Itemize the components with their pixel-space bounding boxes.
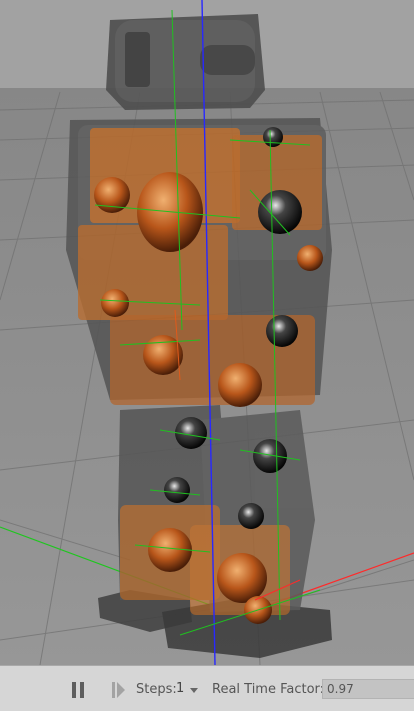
real-time-factor-field: 0.97 [322, 679, 414, 699]
steps-label: Steps: [136, 682, 177, 697]
robot-legs [118, 405, 315, 615]
robot-head [106, 14, 265, 110]
chevron-down-icon[interactable] [190, 688, 199, 693]
step-button[interactable] [108, 680, 128, 700]
robot-scene [0, 0, 414, 665]
simulation-viewport[interactable] [0, 0, 414, 665]
pause-button[interactable] [68, 680, 88, 700]
steps-value: 1 [176, 681, 185, 696]
pause-icon [72, 682, 84, 698]
steps-spinbox[interactable]: 1 [176, 679, 206, 699]
simulation-toolbar: Steps: 1 Real Time Factor: 0.97 [0, 665, 414, 711]
step-forward-icon [112, 682, 125, 698]
real-time-factor-label: Real Time Factor: [212, 682, 325, 697]
robot-torso [66, 118, 332, 405]
